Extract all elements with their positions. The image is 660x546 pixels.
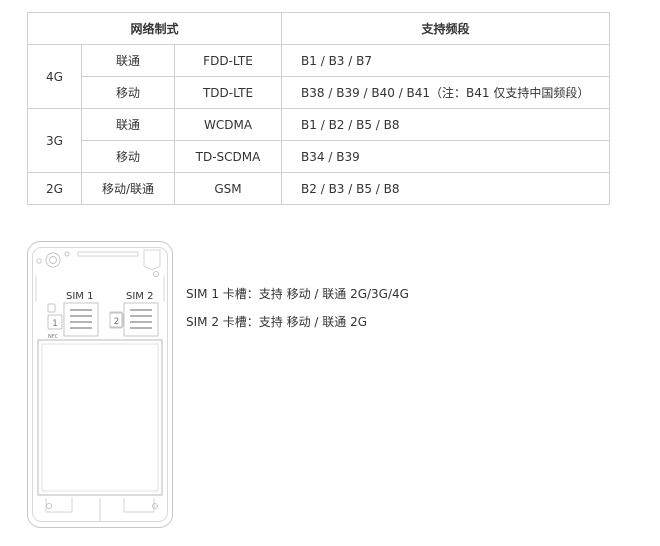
camera-icon [45, 252, 61, 268]
phone-outline [27, 241, 173, 528]
phone-sim-diagram: SIM 1 SIM 2 1 2 NFC [27, 241, 173, 528]
gen-cell: 2G [27, 172, 82, 205]
standard-cell: TDD-LTE [173, 76, 283, 109]
sim1-slot [63, 302, 99, 337]
table-row: 移动 TDD-LTE B38 / B39 / B40 / B41（注：B41 仅… [28, 76, 611, 109]
nfc-label: NFC [48, 334, 59, 340]
sim1-label: SIM 1 [66, 291, 93, 302]
carrier-cell: 移动 [81, 76, 175, 109]
bands-cell: B38 / B39 / B40 / B41（注：B41 仅支持中国频段） [281, 76, 611, 109]
slot1-number: 1 [52, 319, 58, 329]
gen-cell: 4G [27, 44, 82, 109]
slot2-number: 2 [114, 317, 120, 327]
nfc-box [47, 303, 56, 313]
carrier-cell: 联通 [81, 108, 175, 141]
table-header-row: 网络制式 支持频段 [26, 12, 611, 45]
sim1-slot-note: SIM 1 卡槽：支持 移动 / 联通 2G/3G/4G [186, 287, 409, 301]
bands-cell: B1 / B3 / B7 [281, 44, 611, 77]
bands-cell: B34 / B39 [281, 140, 611, 173]
carrier-cell: 移动/联通 [81, 172, 175, 205]
standard-cell: WCDMA [173, 108, 283, 141]
standard-cell: GSM [173, 172, 283, 205]
header-bands: 支持频段 [281, 12, 611, 45]
table-row: 2G 移动/联通 GSM B2 / B3 / B5 / B8 [27, 172, 611, 205]
bands-cell: B2 / B3 / B5 / B8 [281, 172, 611, 205]
table-row: 移动 TD-SCDMA B34 / B39 [28, 140, 611, 173]
sim2-label: SIM 2 [126, 291, 153, 302]
standard-cell: TD-SCDMA [173, 140, 283, 173]
gen-cell: 3G [27, 108, 82, 173]
standard-cell: FDD-LTE [173, 44, 283, 77]
table-row: 3G 联通 WCDMA B1 / B2 / B5 / B8 [27, 108, 611, 173]
carrier-cell: 移动 [81, 140, 175, 173]
bands-cell: B1 / B2 / B5 / B8 [281, 108, 611, 141]
network-bands-table: 网络制式 支持频段 4G 联通 FDD-LTE B1 / B3 / B7 移动 … [26, 12, 611, 205]
sim2-slot [123, 302, 159, 337]
battery-area [37, 339, 163, 496]
sim2-slot-note: SIM 2 卡槽：支持 移动 / 联通 2G [186, 315, 368, 329]
header-network: 网络制式 [26, 12, 283, 45]
carrier-cell: 联通 [81, 44, 175, 77]
table-row: 4G 联通 FDD-LTE B1 / B3 / B7 [27, 44, 611, 109]
